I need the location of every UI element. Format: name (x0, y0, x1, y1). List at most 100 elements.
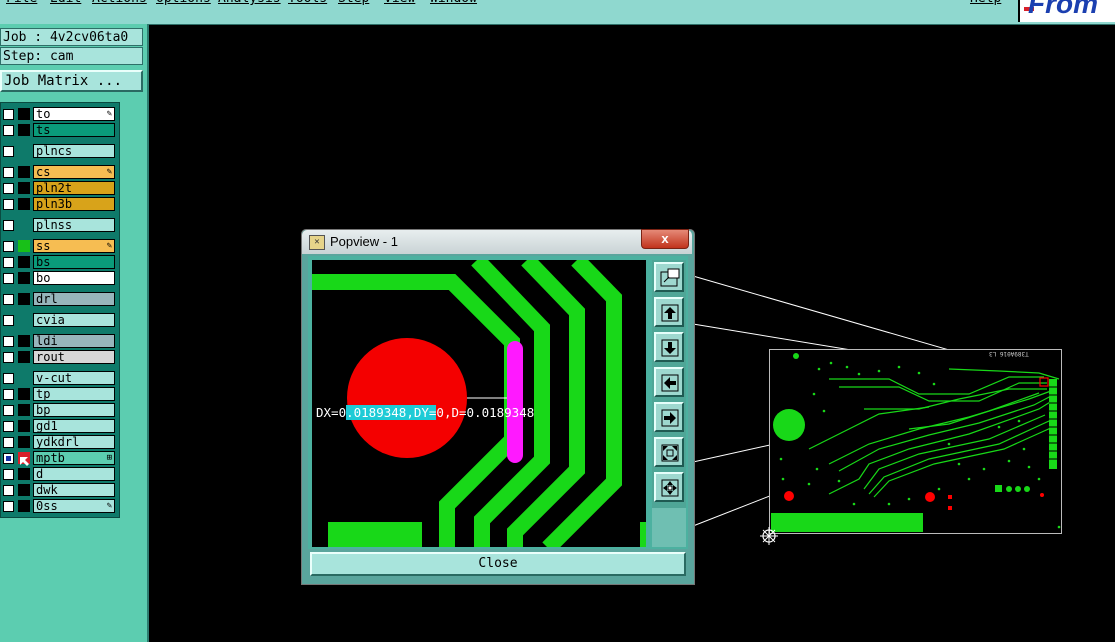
layer-name[interactable]: ldi (33, 334, 115, 348)
layer-checkbox[interactable] (3, 109, 14, 120)
layer-row[interactable]: cs ✎ (1, 164, 119, 180)
layer-affected-marker[interactable] (18, 166, 30, 178)
layer-checkbox[interactable] (3, 199, 14, 210)
job-matrix-button[interactable]: Job Matrix ... (0, 70, 143, 92)
layer-name[interactable]: ss ✎ (33, 239, 115, 253)
layer-name[interactable]: plncs (33, 144, 115, 158)
layer-row[interactable]: mptb ⊞ (1, 450, 119, 466)
layer-row[interactable]: 0ss ✎ (1, 498, 119, 514)
layer-name[interactable]: to ✎ (33, 107, 115, 121)
layer-checkbox[interactable] (3, 485, 14, 496)
layer-checkbox[interactable] (3, 146, 14, 157)
layer-row[interactable]: bs (1, 254, 119, 270)
layer-name[interactable]: gd1 (33, 419, 115, 433)
layer-checkbox[interactable] (3, 257, 14, 268)
layer-row[interactable]: ss ✎ (1, 238, 119, 254)
pan-left-icon[interactable] (654, 367, 684, 397)
layer-row[interactable]: rout (1, 349, 119, 365)
layer-row[interactable]: pln2t (1, 180, 119, 196)
layer-row[interactable]: tp (1, 386, 119, 402)
layer-checkbox[interactable] (3, 389, 14, 400)
layer-name[interactable]: rout (33, 350, 115, 364)
layer-row[interactable]: ts (1, 122, 119, 138)
layer-affected-marker[interactable] (18, 420, 30, 432)
layer-affected-marker[interactable] (18, 240, 30, 252)
pan-up-icon[interactable] (654, 297, 684, 327)
layer-name[interactable]: pln3b (33, 197, 115, 211)
menu-tools[interactable]: Tools (288, 0, 327, 6)
layer-row[interactable]: d (1, 466, 119, 482)
layer-name[interactable]: cs ✎ (33, 165, 115, 179)
layer-row[interactable]: dwk (1, 482, 119, 498)
layer-row[interactable]: v-cut (1, 370, 119, 386)
layer-checkbox[interactable] (3, 273, 14, 284)
layer-checkbox[interactable] (3, 315, 14, 326)
layer-name[interactable]: ts (33, 123, 115, 137)
layer-affected-marker[interactable] (18, 351, 30, 363)
layer-checkbox[interactable] (3, 294, 14, 305)
layer-row[interactable]: bp (1, 402, 119, 418)
layer-affected-marker[interactable] (18, 124, 30, 136)
layer-checkbox[interactable] (3, 501, 14, 512)
layer-affected-marker[interactable] (18, 468, 30, 480)
pcb-overview[interactable]: T389A016 L3 (769, 349, 1062, 534)
layer-row[interactable]: plnss (1, 217, 119, 233)
layer-name[interactable]: dwk (33, 483, 115, 497)
layer-name[interactable]: cvia (33, 313, 115, 327)
layer-row[interactable]: bo (1, 270, 119, 286)
layer-name[interactable]: mptb ⊞ (33, 451, 115, 465)
layer-checkbox[interactable] (3, 167, 14, 178)
layer-affected-marker[interactable] (18, 108, 30, 120)
menu-options[interactable]: Options (156, 0, 211, 6)
layer-name[interactable]: 0ss ✎ (33, 499, 115, 513)
layer-affected-marker[interactable] (18, 335, 30, 347)
close-button[interactable]: Close (310, 552, 686, 576)
layer-affected-marker[interactable] (18, 293, 30, 305)
layer-checkbox[interactable] (3, 373, 14, 384)
layer-name[interactable]: pln2t (33, 181, 115, 195)
layer-checkbox[interactable] (3, 421, 14, 432)
layer-checkbox[interactable] (3, 453, 14, 464)
layer-affected-marker[interactable] (18, 372, 30, 384)
layer-affected-marker[interactable] (18, 436, 30, 448)
layer-name[interactable]: drl (33, 292, 115, 306)
layer-name[interactable]: tp (33, 387, 115, 401)
zoom-fit-icon[interactable] (654, 437, 684, 467)
layer-name[interactable]: plnss (33, 218, 115, 232)
layer-checkbox[interactable] (3, 241, 14, 252)
layer-checkbox[interactable] (3, 183, 14, 194)
layer-row[interactable]: pln3b (1, 196, 119, 212)
layer-row[interactable]: drl (1, 291, 119, 307)
layer-checkbox[interactable] (3, 405, 14, 416)
layer-checkbox[interactable] (3, 220, 14, 231)
layer-affected-marker[interactable] (18, 272, 30, 284)
layer-name[interactable]: ydkdrl (33, 435, 115, 449)
layer-row[interactable]: to ✎ (1, 106, 119, 122)
layer-affected-marker[interactable] (18, 145, 30, 157)
layer-checkbox[interactable] (3, 437, 14, 448)
zoom-window-icon[interactable] (654, 262, 684, 292)
layer-checkbox[interactable] (3, 352, 14, 363)
menu-edit[interactable]: Edit (50, 0, 81, 6)
layer-name[interactable]: d (33, 467, 115, 481)
zoom-canvas[interactable]: DX=0.0189348,DY=0,D=0.0189348 (312, 260, 646, 547)
layer-affected-marker[interactable] (18, 404, 30, 416)
layer-name[interactable]: bo (33, 271, 115, 285)
layer-affected-marker[interactable] (18, 314, 30, 326)
window-close-button[interactable]: x (641, 229, 689, 249)
menu-file[interactable]: File (6, 0, 37, 6)
pan-right-icon[interactable] (654, 402, 684, 432)
layer-affected-marker[interactable] (18, 484, 30, 496)
popview-title-bar[interactable]: ✕ Popview - 1 x (302, 229, 692, 254)
layer-affected-marker[interactable] (18, 182, 30, 194)
layer-affected-marker[interactable] (18, 256, 30, 268)
layer-expand-icon[interactable]: ⊞ (107, 453, 112, 463)
layer-affected-marker[interactable] (18, 198, 30, 210)
zoom-out-icon[interactable] (654, 472, 684, 502)
layer-row[interactable]: plncs (1, 143, 119, 159)
layer-checkbox[interactable] (3, 336, 14, 347)
pan-down-icon[interactable] (654, 332, 684, 362)
layer-checkbox[interactable] (3, 469, 14, 480)
layer-affected-marker[interactable] (18, 219, 30, 231)
layer-checkbox[interactable] (3, 125, 14, 136)
